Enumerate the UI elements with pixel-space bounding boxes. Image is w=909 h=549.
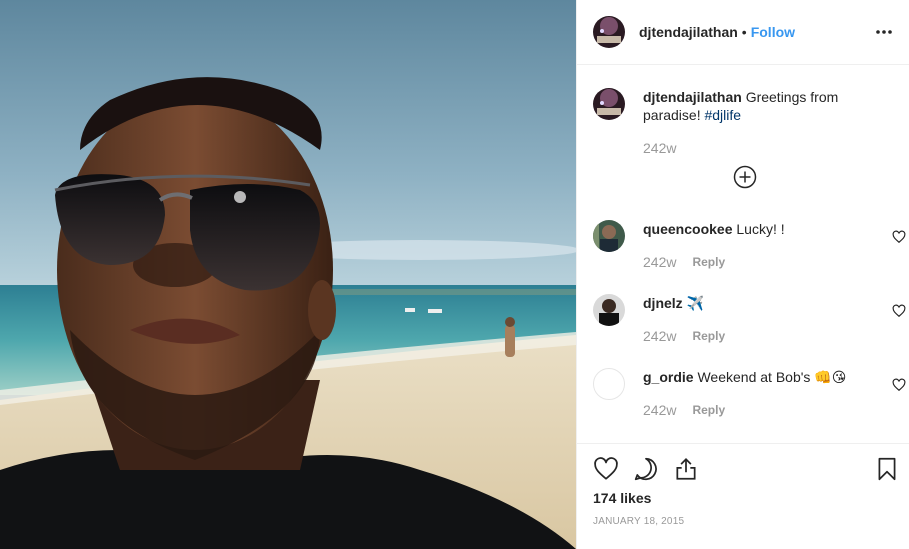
likes-count[interactable]: 174 likes (593, 490, 651, 506)
caption-hashtag[interactable]: #djlife (704, 107, 741, 123)
post-date[interactable]: JANUARY 18, 2015 (593, 516, 684, 527)
comment-icon[interactable] (633, 456, 659, 482)
reply-button[interactable]: Reply (692, 255, 725, 269)
share-icon[interactable] (673, 456, 699, 482)
post-sidebar: djtendajilathan • Follow djtendajilathan… (576, 0, 909, 549)
more-options-icon[interactable] (872, 20, 896, 44)
comments-list[interactable]: djtendajilathan Greetings from paradise!… (577, 65, 909, 443)
instagram-post: djtendajilathan • Follow djtendajilathan… (0, 0, 909, 549)
post-header: djtendajilathan • Follow (577, 0, 909, 65)
heart-icon[interactable] (593, 456, 619, 482)
reply-button[interactable]: Reply (692, 329, 725, 343)
author-avatar[interactable] (593, 16, 625, 48)
beach-selfie-image (0, 0, 576, 549)
follow-button[interactable]: Follow (751, 24, 795, 40)
comment-meta: 242w Reply (643, 254, 725, 270)
comment-text: Lucky! ! (736, 221, 785, 237)
comment-like-heart-icon[interactable] (892, 378, 906, 392)
comment-username[interactable]: djnelz (643, 295, 683, 311)
comment-text: Weekend at Bob's 👊😘 (697, 369, 847, 385)
separator-dot: • (741, 24, 747, 40)
comment-text: ✈️ (686, 295, 704, 311)
caption-meta: 242w (643, 140, 676, 156)
comment-timestamp[interactable]: 242w (643, 402, 676, 418)
comment-username[interactable]: queencookee (643, 221, 732, 237)
comment-body: djnelz ✈️ (643, 294, 873, 312)
comment-timestamp[interactable]: 242w (643, 328, 676, 344)
comment-meta: 242w Reply (643, 402, 725, 418)
commenter-avatar[interactable] (593, 220, 625, 252)
author-username[interactable]: djtendajilathan (639, 24, 738, 40)
caption-body: djtendajilathan Greetings from paradise!… (643, 88, 873, 124)
commenter-avatar[interactable] (593, 368, 625, 400)
comment-like-heart-icon[interactable] (892, 230, 906, 244)
comment-username[interactable]: g_ordie (643, 369, 694, 385)
reply-button[interactable]: Reply (692, 403, 725, 417)
post-photo[interactable] (0, 0, 576, 549)
action-bar: 174 likes JANUARY 18, 2015 (577, 443, 909, 549)
comment-timestamp[interactable]: 242w (643, 254, 676, 270)
caption-timestamp[interactable]: 242w (643, 140, 676, 156)
plus-circle-icon[interactable] (733, 165, 757, 189)
comment-like-heart-icon[interactable] (892, 304, 906, 318)
comment-body: queencookee Lucky! ! (643, 220, 873, 238)
caption-avatar[interactable] (593, 88, 625, 120)
comment-meta: 242w Reply (643, 328, 725, 344)
caption-username[interactable]: djtendajilathan (643, 89, 742, 105)
comment-body: g_ordie Weekend at Bob's 👊😘 (643, 368, 873, 386)
bookmark-icon[interactable] (874, 456, 900, 482)
commenter-avatar[interactable] (593, 294, 625, 326)
